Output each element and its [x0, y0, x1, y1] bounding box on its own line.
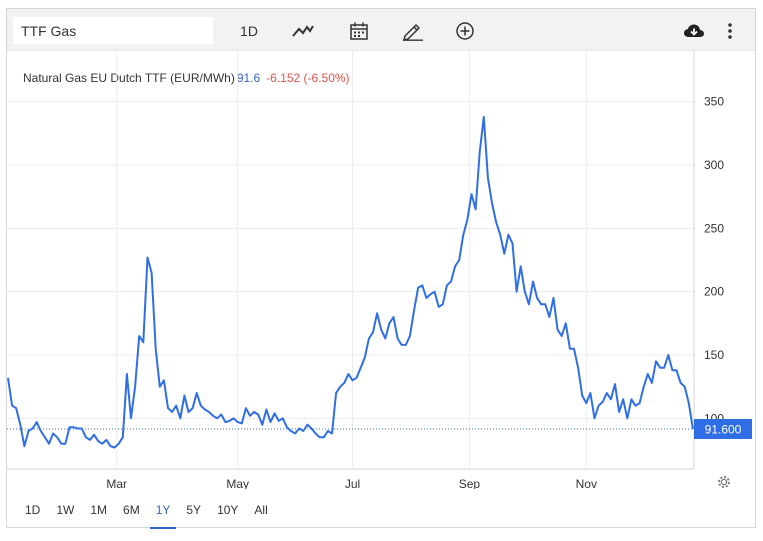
range-button-5y[interactable]: 5Y: [180, 499, 207, 529]
axes: 100150200250300350Mar May Jul Sep Nov: [7, 51, 724, 489]
time-range-selector: 1D 1W 1M 6M 1Y 5Y 10Y All: [19, 499, 278, 529]
range-button-1w[interactable]: 1W: [50, 499, 80, 529]
x-tick-label: Nov: [576, 477, 597, 489]
y-tick-label: 200: [704, 285, 724, 299]
range-button-1y[interactable]: 1Y: [149, 499, 177, 529]
range-button-1d[interactable]: 1D: [19, 499, 46, 529]
range-button-all[interactable]: All: [248, 499, 273, 529]
last-price-label: 91.600: [705, 422, 742, 436]
grid: [7, 51, 694, 469]
x-tick-label: Jul: [345, 477, 360, 489]
range-button-10y[interactable]: 10Y: [211, 499, 244, 529]
y-tick-label: 350: [704, 95, 724, 109]
price-series-line: [7, 115, 694, 449]
range-button-1m[interactable]: 1M: [84, 499, 113, 529]
range-button-6m[interactable]: 6M: [117, 499, 146, 529]
price-chart[interactable]: 100150200250300350Mar May Jul Sep Nov 91.600: [7, 9, 755, 489]
y-tick-label: 150: [704, 348, 724, 362]
x-tick-label: May: [226, 477, 249, 489]
y-tick-label: 300: [704, 158, 724, 172]
chart-widget: 1D Natural Gas EU Dutch TTF (EUR/MWh)91.…: [6, 8, 756, 529]
chart-settings-button[interactable]: [716, 474, 732, 495]
series-layer: [7, 115, 694, 449]
y-tick-label: 250: [704, 221, 724, 235]
x-tick-label: Sep: [459, 477, 481, 489]
x-tick-label: Mar: [106, 477, 127, 489]
price-label-layer: 91.600: [7, 418, 752, 439]
gear-icon: [718, 476, 730, 488]
